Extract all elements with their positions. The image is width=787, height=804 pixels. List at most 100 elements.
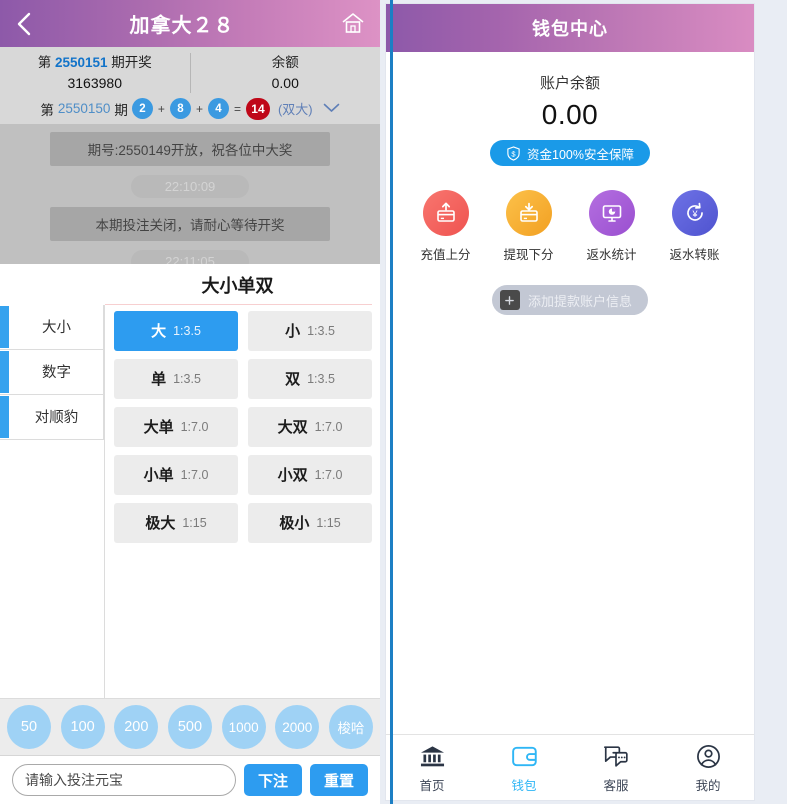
user-icon [662,741,754,771]
security-badge[interactable]: $ 资金100%安全保障 [490,140,650,166]
game-title: 加拿大２８ [129,15,235,37]
wallet-panel-outer: 钱包中心 账户余额 0.00 $ 资金100%安全保障 充值上分 提现下分 返水… [380,0,777,804]
result-sum: 14 [245,97,270,120]
bet-option[interactable]: 极小 1:15 [248,502,372,543]
bet-option[interactable]: 大单 1:7.0 [114,406,238,447]
chip-amount[interactable]: 1000 [221,705,266,749]
chevron-left-icon [17,12,31,35]
action-rebate-transfer[interactable]: ¥ 返水转账 [660,190,730,263]
draw-value: 3163980 [67,74,122,91]
home-icon [342,13,364,33]
action-recharge[interactable]: 充值上分 [411,190,481,263]
chat-timestamp: 22:10:09 [131,174,249,198]
bet-option-name: 大双 [277,419,308,437]
bet-option[interactable]: 极大 1:15 [114,502,238,543]
chip-amount[interactable]: 500 [167,705,212,749]
tab-home[interactable]: 首页 [386,741,478,794]
play-title: 大小单双 [201,275,274,296]
bet-option-name: 小单 [143,467,174,485]
play-category-tabs: 大小 数字 对顺豹 [0,304,105,698]
bet-option-name: 大单 [143,419,174,437]
bet-amount-input[interactable] [12,764,236,796]
reset-bet-button[interactable]: 重置 [310,764,368,796]
plus-square-icon [499,290,520,310]
bet-option[interactable]: 单 1:3.5 [114,358,238,399]
prev-issue-number: 2550150 [57,101,111,117]
bet-option[interactable]: 大 1:3.5 [114,310,238,351]
balance-label: 余额 [271,55,299,70]
tab-support[interactable]: 客服 [570,741,662,794]
chat-bubble: 本期投注关闭，请耐心等待开奖 [50,206,330,241]
chip-amount[interactable]: 50 [7,705,51,749]
side-tab-label: 数字 [42,365,71,382]
bet-option-odds: 1:7.0 [180,419,209,434]
game-header: 加拿大２８ [0,0,380,47]
chat-bubble: 期号:2550149开放，祝各位中大奖 [50,131,330,166]
sidebar-item-daxiao[interactable]: 大小 [0,304,104,350]
sidebar-item-shuzi[interactable]: 数字 [0,349,104,395]
tab-wallet[interactable]: 钱包 [478,741,570,794]
side-tab-label: 对顺豹 [34,410,79,427]
bank-icon [386,741,478,771]
bet-option[interactable]: 小 1:3.5 [248,310,372,351]
bet-option-name: 小 [285,323,301,341]
plus-sign-2: + [195,101,203,116]
game-panel: 加拿大２８ 第 2550151 期开奖 3163980 余额 0.00 第 25… [0,0,380,804]
result-ball-2: 8 [169,98,191,120]
sidebar-item-duishunbao[interactable]: 对顺豹 [0,394,104,440]
home-button[interactable] [326,0,380,47]
result-ball-3: 4 [207,98,229,120]
shield-dollar-icon: $ [507,145,520,161]
expand-history-button[interactable] [323,101,340,116]
bet-option[interactable]: 小单 1:7.0 [114,454,238,495]
svg-text:$: $ [511,149,516,158]
chip-amount[interactable]: 200 [114,705,159,749]
wallet-body: 账户余额 0.00 $ 资金100%安全保障 充值上分 提现下分 返水统计 ¥ … [386,52,754,734]
play-body: 大小 数字 对顺豹 大 1:3.5 小 1:3.5 单 1:3.5 双 1:3.… [0,304,380,698]
balance-value: 0.00 [271,74,299,91]
draw-info-strip: 第 2550151 期开奖 3163980 余额 0.00 第 2550150 … [0,47,380,124]
bet-option-odds: 1:7.0 [180,467,209,482]
bet-option[interactable]: 双 1:3.5 [248,358,372,399]
bet-option-odds: 1:15 [316,515,341,530]
balance-cell: 余额 0.00 [191,53,381,93]
chip-amount[interactable]: 2000 [275,705,320,749]
chip-amount[interactable]: 100 [60,705,105,749]
result-ball-1: 2 [131,98,153,120]
monitor-chart-icon [588,190,635,236]
bet-option[interactable]: 小双 1:7.0 [248,454,372,495]
action-label: 充值上分 [420,248,471,262]
action-withdraw[interactable]: 提现下分 [494,190,564,263]
account-balance-label: 账户余额 [539,75,600,92]
account-balance-value: 0.00 [541,99,599,130]
chat-area[interactable]: 期号:2550149开放，祝各位中大奖 22:10:09 本期投注关闭，请耐心等… [0,123,380,264]
bet-option-odds: 1:7.0 [314,467,343,482]
card-down-icon [505,190,552,236]
current-draw-cell: 第 2550151 期开奖 3163980 [0,53,191,93]
action-label: 返水统计 [586,248,637,262]
bet-option-odds: 1:3.5 [173,323,201,338]
bet-action-bar: 下注 重置 [0,755,380,804]
card-up-icon [422,190,469,236]
place-bet-button[interactable]: 下注 [244,764,302,796]
panel-divider [390,0,393,804]
wallet-actions: 充值上分 提现下分 返水统计 ¥ 返水转账 [386,166,754,263]
tab-label: 我的 [695,779,721,793]
play-title-underline [105,303,372,305]
chevron-down-icon [323,104,339,113]
wallet-icon [478,741,570,771]
add-withdraw-account-button[interactable]: 添加提款账户信息 [491,285,648,315]
chat-timestamp: 22:11:05 [131,249,249,264]
bet-option-odds: 1:15 [182,515,207,530]
action-label: 提现下分 [503,248,554,262]
bet-options-grid: 大 1:3.5 小 1:3.5 单 1:3.5 双 1:3.5 大单 1:7.0… [105,305,380,698]
chip-all-in[interactable]: 梭哈 [328,705,373,749]
tab-profile[interactable]: 我的 [662,741,754,794]
side-tab-label: 大小 [42,320,71,337]
tab-label: 钱包 [511,779,537,793]
chat-message-list: 期号:2550149开放，祝各位中大奖 22:10:09 本期投注关闭，请耐心等… [0,124,380,264]
security-badge-text: 资金100%安全保障 [527,147,634,162]
bet-option[interactable]: 大双 1:7.0 [248,406,372,447]
prev-suffix: 期 [114,102,128,118]
action-rebate-stats[interactable]: 返水统计 [577,190,647,263]
